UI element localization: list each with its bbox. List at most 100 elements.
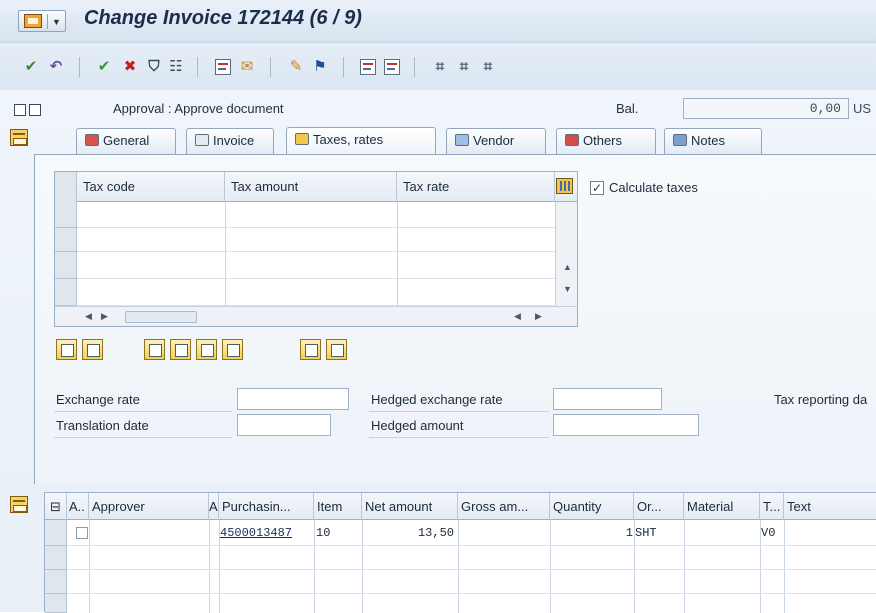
- calculate-taxes-checkbox[interactable]: ✓: [590, 181, 604, 195]
- row-selector[interactable]: [45, 594, 67, 613]
- flag-icon[interactable]: ⚑: [310, 57, 330, 77]
- row-selector[interactable]: [55, 252, 77, 279]
- row-selector[interactable]: [55, 228, 77, 252]
- tab-vendor[interactable]: Vendor: [446, 128, 546, 154]
- scroll-prev-button[interactable]: [170, 339, 191, 360]
- system-menu-button[interactable]: ▼: [18, 10, 66, 32]
- confirm-all-icon[interactable]: ✔: [21, 57, 41, 77]
- row-selector[interactable]: [45, 520, 67, 546]
- scroll-up-icon[interactable]: ▲: [563, 262, 572, 272]
- approver-cell: [93, 522, 205, 544]
- column-header[interactable]: Gross am...: [458, 493, 550, 520]
- tab-others[interactable]: Others: [556, 128, 656, 154]
- table-row[interactable]: [77, 279, 555, 306]
- dropdown-arrow-icon: ▼: [52, 17, 61, 27]
- column-header[interactable]: Tax amount: [225, 172, 397, 202]
- tax-code-cell: V0: [761, 526, 776, 540]
- network-2-icon[interactable]: ⌗: [454, 57, 474, 77]
- hedged-amount-field[interactable]: [553, 414, 699, 436]
- row-select-checkbox[interactable]: [76, 527, 88, 539]
- filter-small-icon[interactable]: [14, 104, 26, 116]
- filter-icon[interactable]: ⛉: [144, 57, 164, 77]
- layout-toggle-icon[interactable]: [10, 496, 28, 513]
- select-all-icon[interactable]: ⊟: [45, 493, 67, 520]
- column-header[interactable]: Purchasin...: [219, 493, 314, 520]
- scroll-last-button[interactable]: [222, 339, 243, 360]
- scroll-first-button[interactable]: [144, 339, 165, 360]
- vendor-icon: [455, 134, 469, 146]
- application-toolbar: ✔ ↶ ✔ ✖ ⛉ ☷ ✉ ✎ ⚑ ⌗ ⌗ ⌗: [0, 42, 876, 90]
- exchange-rate-field[interactable]: [237, 388, 349, 410]
- approval-status: Approval : Approve document: [113, 101, 284, 116]
- column-header[interactable]: Net amount: [362, 493, 458, 520]
- table-row[interactable]: [67, 546, 876, 570]
- row-selector[interactable]: [45, 546, 67, 570]
- column-header[interactable]: Or...: [634, 493, 684, 520]
- purchase-order-link[interactable]: 4500013487: [220, 522, 314, 544]
- hedged-rate-label: Hedged exchange rate: [371, 392, 503, 407]
- column-header[interactable]: Text: [784, 493, 876, 520]
- row-selector[interactable]: [55, 279, 77, 306]
- tab-taxes-rates[interactable]: Taxes, rates: [286, 127, 436, 155]
- row-selector[interactable]: [55, 202, 77, 228]
- scroll-down-icon[interactable]: ▼: [563, 284, 572, 294]
- screen-icon: [24, 14, 42, 28]
- document-icon: [195, 134, 209, 146]
- save-icon[interactable]: [358, 57, 378, 77]
- vertical-scrollbar[interactable]: ▲ ▼: [555, 202, 577, 306]
- column-header[interactable]: A..: [67, 493, 89, 520]
- edit-icon[interactable]: ✎: [286, 57, 306, 77]
- document-icon[interactable]: [213, 57, 233, 77]
- table-row[interactable]: [67, 570, 876, 594]
- scroll-thumb[interactable]: [125, 311, 197, 323]
- column-header[interactable]: Material: [684, 493, 760, 520]
- text-cell: [786, 522, 876, 544]
- exchange-rate-label: Exchange rate: [56, 392, 140, 407]
- scroll-right-icon[interactable]: ▶: [535, 311, 542, 322]
- a-cell: [210, 522, 219, 544]
- tab-invoice[interactable]: Invoice: [186, 128, 274, 154]
- scroll-right-icon[interactable]: ▶: [101, 311, 108, 322]
- item-cell: 10: [316, 526, 331, 540]
- list-icon: [565, 134, 579, 146]
- layout-toggle-icon[interactable]: [10, 129, 28, 146]
- network-1-icon[interactable]: ⌗: [430, 57, 450, 77]
- column-header[interactable]: T...: [760, 493, 784, 520]
- scroll-left-icon[interactable]: ◀: [85, 311, 92, 322]
- header-icons: [14, 104, 44, 119]
- reject-icon[interactable]: ✖: [120, 57, 140, 77]
- column-header[interactable]: Tax rate: [397, 172, 555, 202]
- scroll-left-icon[interactable]: ◀: [514, 311, 521, 322]
- details-icon[interactable]: ☷: [166, 57, 186, 77]
- column-header[interactable]: A: [209, 493, 219, 520]
- notes-icon: [673, 134, 687, 146]
- accept-icon[interactable]: ✔: [94, 57, 114, 77]
- scroll-next-button[interactable]: [196, 339, 217, 360]
- print-icon[interactable]: [382, 57, 402, 77]
- table-settings-icon[interactable]: [556, 178, 573, 194]
- column-header[interactable]: Quantity: [550, 493, 634, 520]
- hedged-rate-field[interactable]: [553, 388, 662, 410]
- insert-row-button[interactable]: [56, 339, 77, 360]
- horizontal-scrollbar[interactable]: ◀ ▶ ◀ ▶: [55, 306, 577, 326]
- table-row[interactable]: [77, 202, 555, 228]
- mail-icon[interactable]: ✉: [237, 57, 257, 77]
- select-all-button[interactable]: [300, 339, 321, 360]
- balance-label: Bal.: [616, 101, 639, 116]
- table-row[interactable]: [77, 252, 555, 279]
- table-row[interactable]: [77, 228, 555, 252]
- calculate-taxes-label: Calculate taxes: [609, 180, 698, 195]
- column-header[interactable]: Item: [314, 493, 362, 520]
- gross-amount-cell: [459, 522, 547, 544]
- tab-general[interactable]: General: [76, 128, 176, 154]
- row-selector[interactable]: [45, 570, 67, 594]
- deselect-all-button[interactable]: [326, 339, 347, 360]
- envelope-icon[interactable]: [29, 104, 41, 116]
- tab-notes[interactable]: Notes: [664, 128, 762, 154]
- translation-date-field[interactable]: [237, 414, 331, 436]
- network-3-icon[interactable]: ⌗: [478, 57, 498, 77]
- column-header[interactable]: Tax code: [77, 172, 225, 202]
- column-header[interactable]: Approver: [89, 493, 209, 520]
- undo-icon[interactable]: ↶: [46, 57, 66, 77]
- delete-row-button[interactable]: [82, 339, 103, 360]
